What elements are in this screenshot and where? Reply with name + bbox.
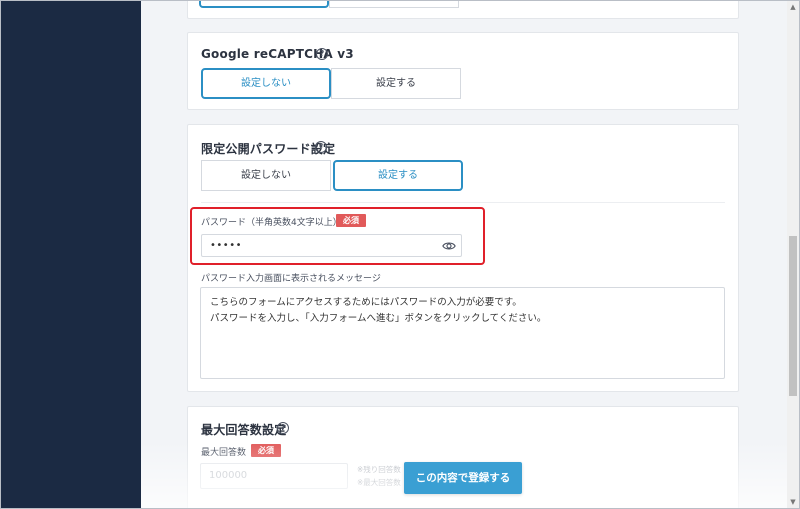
scroll-down-icon[interactable]: ▼ (787, 496, 799, 508)
recaptcha-title: Google reCAPTCHA v3 (201, 47, 354, 61)
required-badge: 必須 (251, 444, 281, 457)
message-textarea[interactable]: こちらのフォームにアクセスするためにはパスワードの入力が必要です。 パスワードを… (200, 287, 725, 379)
main-content: Google reCAPTCHA v3 ? 設定しない 設定する 限定公開パスワ… (141, 1, 787, 508)
help-circle-icon[interactable]: ? (277, 422, 289, 434)
required-badge: 必須 (336, 214, 366, 227)
max-note: ※最大回答数 (357, 478, 401, 487)
submit-button[interactable]: この内容で登録する (404, 462, 522, 494)
password-option-on[interactable]: 設定する (333, 160, 463, 191)
max-answers-title: 最大回答数設定 (201, 423, 287, 437)
remaining-note: ※残り回答数 (357, 465, 401, 474)
message-field-label: パスワード入力画面に表示されるメッセージ (201, 274, 381, 284)
max-answers-field-label: 最大回答数 (201, 448, 247, 458)
help-circle-icon[interactable]: ? (316, 48, 328, 60)
password-value: ••••• (210, 240, 242, 251)
scroll-up-icon[interactable]: ▲ (787, 1, 799, 13)
message-line-1: こちらのフォームにアクセスするためにはパスワードの入力が必要です。 (210, 297, 522, 308)
recaptcha-card: Google reCAPTCHA v3 ? 設定しない 設定する (187, 32, 739, 110)
scrollbar[interactable]: ▲ ▼ (787, 1, 799, 508)
password-input[interactable]: ••••• (201, 234, 462, 257)
sidebar (1, 1, 141, 508)
recaptcha-option-off[interactable]: 設定しない (201, 68, 331, 99)
previous-setting-card (187, 1, 739, 19)
previous-option[interactable] (329, 1, 459, 8)
previous-option-selected[interactable] (199, 1, 329, 8)
password-field-label: パスワード（半角英数4文字以上） (201, 218, 342, 228)
scroll-thumb[interactable] (789, 236, 797, 396)
eye-icon[interactable] (442, 239, 456, 253)
recaptcha-option-on[interactable]: 設定する (331, 68, 461, 99)
max-answers-input[interactable]: 100000 (200, 463, 348, 489)
message-line-2: パスワードを入力し、「入力フォームへ進む」ボタンをクリックしてください。 (210, 313, 547, 324)
help-circle-icon[interactable]: ? (315, 141, 327, 153)
section-divider (201, 202, 725, 203)
password-option-off[interactable]: 設定しない (201, 160, 331, 191)
